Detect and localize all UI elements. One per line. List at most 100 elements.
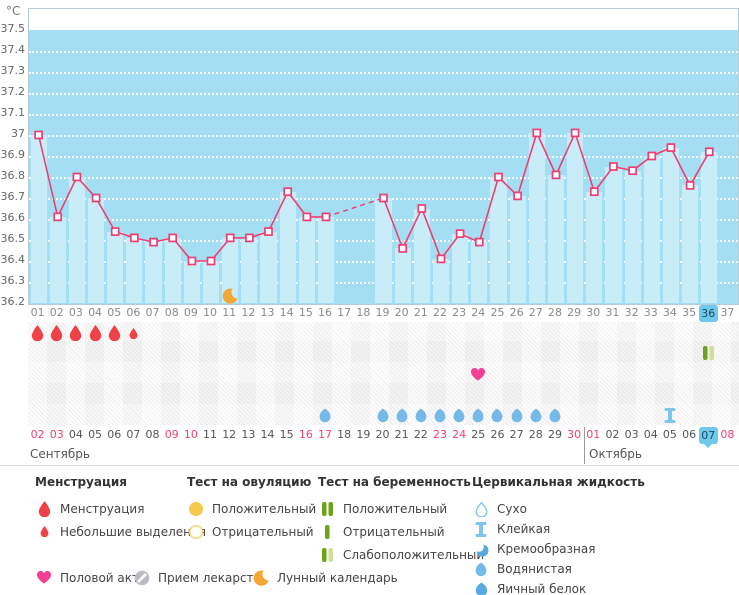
date-sep-07[interactable]: 07 (124, 427, 143, 443)
date-oct-07[interactable]: 07 (699, 427, 718, 444)
date-sep-16[interactable]: 16 (296, 427, 315, 443)
date-sep-24[interactable]: 24 (450, 427, 469, 443)
temp-marker[interactable] (188, 258, 195, 265)
cycle-day-03[interactable]: 03 (66, 305, 85, 321)
date-sep-19[interactable]: 19 (354, 427, 373, 443)
temp-marker[interactable] (54, 213, 61, 220)
menstruation-menses-icon-day-1[interactable] (31, 325, 44, 341)
cycle-day-08[interactable]: 08 (162, 305, 181, 321)
cervical-fluid-watery-icon-day-20[interactable] (396, 408, 408, 423)
temp-marker[interactable] (93, 195, 100, 202)
date-oct-01[interactable]: 01 (584, 427, 603, 443)
date-sep-18[interactable]: 18 (335, 427, 354, 443)
date-oct-08[interactable]: 08 (718, 427, 737, 443)
event-lanes[interactable] (28, 322, 739, 425)
cervical-fluid-watery-icon-day-27[interactable] (530, 408, 542, 423)
date-sep-04[interactable]: 04 (66, 427, 85, 443)
temp-marker[interactable] (112, 228, 119, 235)
temp-marker[interactable] (667, 144, 674, 151)
menstruation-menses-icon-day-4[interactable] (89, 325, 102, 341)
date-sep-30[interactable]: 30 (565, 427, 584, 443)
date-sep-25[interactable]: 25 (469, 427, 488, 443)
menstruation-spotting-icon-day-6[interactable] (129, 328, 138, 339)
cervical-fluid-watery-icon-day-22[interactable] (434, 408, 446, 423)
cycle-day-04[interactable]: 04 (85, 305, 104, 321)
cycle-day-18[interactable]: 18 (354, 305, 373, 321)
date-oct-02[interactable]: 02 (603, 427, 622, 443)
intercourse-heart-icon-day-24[interactable] (470, 367, 486, 382)
cycle-day-12[interactable]: 12 (239, 305, 258, 321)
cycle-day-28[interactable]: 28 (545, 305, 564, 321)
temp-marker[interactable] (457, 230, 464, 237)
date-sep-20[interactable]: 20 (373, 427, 392, 443)
cycle-day-30[interactable]: 30 (584, 305, 603, 321)
cycle-day-16[interactable]: 16 (315, 305, 334, 321)
temp-marker[interactable] (591, 188, 598, 195)
temp-marker[interactable] (246, 234, 253, 241)
cycle-day-32[interactable]: 32 (622, 305, 641, 321)
date-sep-23[interactable]: 23 (430, 427, 449, 443)
date-sep-06[interactable]: 06 (105, 427, 124, 443)
cycle-day-14[interactable]: 14 (277, 305, 296, 321)
temp-marker[interactable] (706, 148, 713, 155)
temp-marker[interactable] (303, 213, 310, 220)
cycle-day-21[interactable]: 21 (411, 305, 430, 321)
cycle-day-06[interactable]: 06 (124, 305, 143, 321)
temp-marker[interactable] (131, 234, 138, 241)
temperature-plot[interactable] (28, 8, 739, 305)
cycle-day-row[interactable]: 0102030405060708091011121314151617181920… (28, 305, 739, 322)
date-sep-15[interactable]: 15 (277, 427, 296, 443)
temp-marker[interactable] (495, 174, 502, 181)
menstruation-menses-icon-day-5[interactable] (108, 325, 121, 341)
menstruation-menses-icon-day-3[interactable] (69, 325, 82, 341)
cycle-day-35[interactable]: 35 (680, 305, 699, 321)
date-sep-13[interactable]: 13 (239, 427, 258, 443)
temp-marker[interactable] (399, 245, 406, 252)
date-sep-14[interactable]: 14 (258, 427, 277, 443)
date-sep-28[interactable]: 28 (526, 427, 545, 443)
menstruation-menses-icon-day-2[interactable] (50, 325, 63, 341)
date-sep-08[interactable]: 08 (143, 427, 162, 443)
cervical-fluid-watery-icon-day-24[interactable] (472, 408, 484, 423)
temp-marker[interactable] (514, 192, 521, 199)
cycle-day-34[interactable]: 34 (660, 305, 679, 321)
date-sep-02[interactable]: 02 (28, 427, 47, 443)
cervical-fluid-watery-icon-day-16[interactable] (319, 408, 331, 423)
temp-marker[interactable] (648, 153, 655, 160)
temp-marker[interactable] (169, 234, 176, 241)
cycle-day-23[interactable]: 23 (450, 305, 469, 321)
temp-marker[interactable] (150, 239, 157, 246)
cycle-day-33[interactable]: 33 (641, 305, 660, 321)
date-sep-03[interactable]: 03 (47, 427, 66, 443)
cervical-fluid-watery-icon-day-28[interactable] (549, 408, 561, 423)
cervical-fluid-watery-icon-day-21[interactable] (415, 408, 427, 423)
temp-marker[interactable] (35, 132, 42, 139)
cycle-day-19[interactable]: 19 (373, 305, 392, 321)
cycle-day-09[interactable]: 09 (181, 305, 200, 321)
cycle-day-24[interactable]: 24 (469, 305, 488, 321)
date-oct-04[interactable]: 04 (641, 427, 660, 443)
temp-marker[interactable] (629, 167, 636, 174)
cycle-day-02[interactable]: 02 (47, 305, 66, 321)
temp-marker[interactable] (418, 205, 425, 212)
temp-marker[interactable] (687, 182, 694, 189)
cycle-day-29[interactable]: 29 (565, 305, 584, 321)
date-sep-12[interactable]: 12 (220, 427, 239, 443)
cycle-day-26[interactable]: 26 (507, 305, 526, 321)
date-sep-10[interactable]: 10 (181, 427, 200, 443)
cycle-day-01[interactable]: 01 (28, 305, 47, 321)
cycle-day-10[interactable]: 10 (200, 305, 219, 321)
cervical-fluid-watery-icon-day-26[interactable] (511, 408, 523, 423)
date-sep-17[interactable]: 17 (315, 427, 334, 443)
cycle-day-22[interactable]: 22 (430, 305, 449, 321)
cervical-fluid-sticky-icon-day-34[interactable] (663, 408, 677, 423)
temp-marker[interactable] (610, 163, 617, 170)
temp-marker[interactable] (227, 234, 234, 241)
date-oct-03[interactable]: 03 (622, 427, 641, 443)
cycle-day-20[interactable]: 20 (392, 305, 411, 321)
date-sep-26[interactable]: 26 (488, 427, 507, 443)
cycle-day-13[interactable]: 13 (258, 305, 277, 321)
temp-marker[interactable] (284, 188, 291, 195)
temp-marker[interactable] (438, 255, 445, 262)
calendar-date-row[interactable]: 0203040506070809101112131415161718192021… (28, 427, 739, 444)
